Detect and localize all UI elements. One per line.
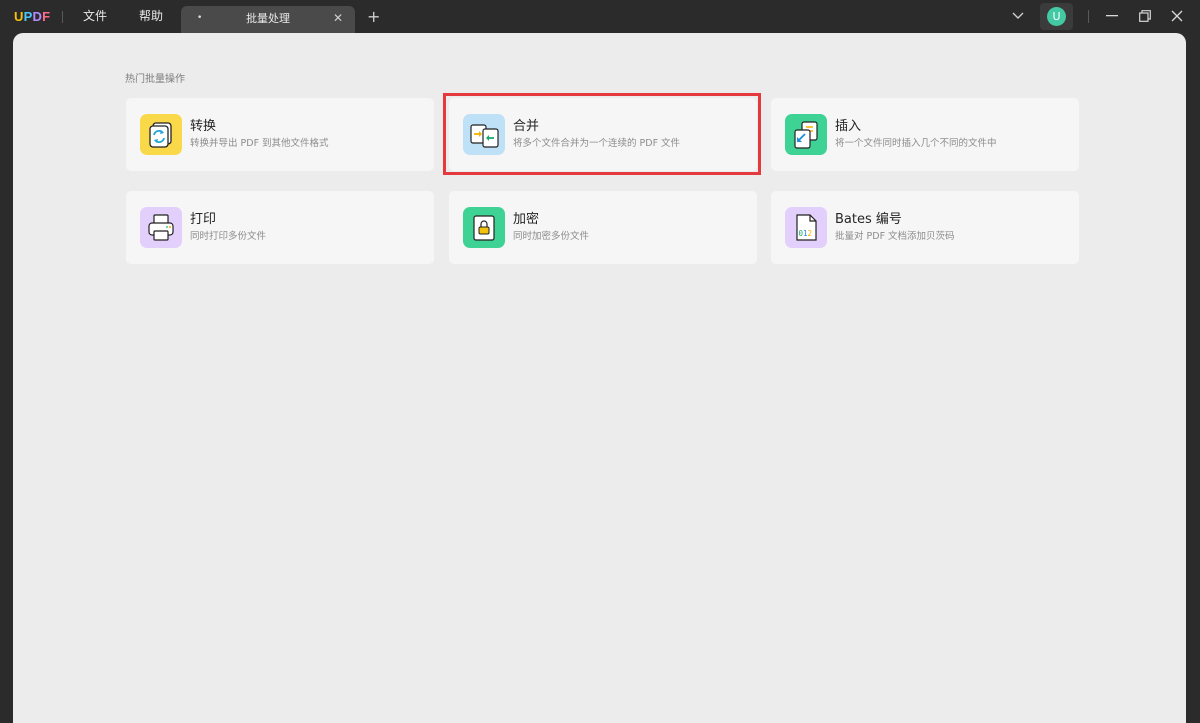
card-print[interactable]: 打印 同时打印多份文件: [126, 191, 434, 264]
menu-file[interactable]: 文件: [83, 9, 107, 24]
card-insert[interactable]: 插入 将一个文件同时插入几个不同的文件中: [771, 98, 1079, 171]
menu-help[interactable]: 帮助: [139, 9, 163, 24]
card-bates[interactable]: 012 Bates 编号 批量对 PDF 文档添加贝茨码: [771, 191, 1079, 264]
card-title: 加密: [513, 212, 540, 227]
card-description: 同时加密多份文件: [513, 231, 590, 242]
card-description: 同时打印多份文件: [190, 231, 267, 242]
tab-batch[interactable]: • 批量处理 ✕: [181, 6, 355, 33]
card-title: 插入: [835, 119, 862, 134]
card-title: 合并: [513, 119, 540, 134]
section-title: 热门批量操作: [125, 74, 185, 85]
merge-icon: [463, 114, 505, 155]
card-merge[interactable]: 合并 将多个文件合并为一个连续的 PDF 文件: [449, 98, 757, 171]
new-tab-button[interactable]: +: [367, 9, 380, 25]
restore-button[interactable]: [1135, 6, 1155, 26]
avatar: U: [1047, 7, 1066, 26]
card-description: 将一个文件同时插入几个不同的文件中: [835, 138, 997, 149]
card-description: 批量对 PDF 文档添加贝茨码: [835, 231, 955, 242]
card-encrypt[interactable]: 加密 同时加密多份文件: [449, 191, 757, 264]
divider: [1088, 10, 1089, 23]
card-description: 将多个文件合并为一个连续的 PDF 文件: [513, 138, 681, 149]
card-convert[interactable]: 转换 转换并导出 PDF 到其他文件格式: [126, 98, 434, 171]
tab-title: 批量处理: [246, 12, 290, 25]
close-window-button[interactable]: [1167, 6, 1187, 26]
svg-text:012: 012: [799, 229, 813, 238]
card-title: Bates 编号: [835, 212, 902, 227]
divider: [62, 11, 63, 23]
insert-icon: [785, 114, 827, 155]
card-title: 转换: [190, 119, 217, 134]
main-panel: 热门批量操作 转换 转换并导出 PDF 到其他文件格式 合并 将多个文件合并为一…: [13, 33, 1186, 723]
chevron-down-icon[interactable]: [1008, 6, 1028, 26]
close-icon[interactable]: ✕: [333, 11, 343, 25]
print-icon: [140, 207, 182, 248]
user-menu[interactable]: U: [1040, 3, 1073, 30]
encrypt-icon: [463, 207, 505, 248]
app-logo[interactable]: UPDF: [14, 9, 50, 24]
title-bar: UPDF 文件 帮助 • 批量处理 ✕ + U: [0, 0, 1200, 33]
bates-icon: 012: [785, 207, 827, 248]
card-title: 打印: [190, 212, 217, 227]
minimize-button[interactable]: [1102, 6, 1122, 26]
card-description: 转换并导出 PDF 到其他文件格式: [190, 138, 329, 149]
convert-icon: [140, 114, 182, 155]
